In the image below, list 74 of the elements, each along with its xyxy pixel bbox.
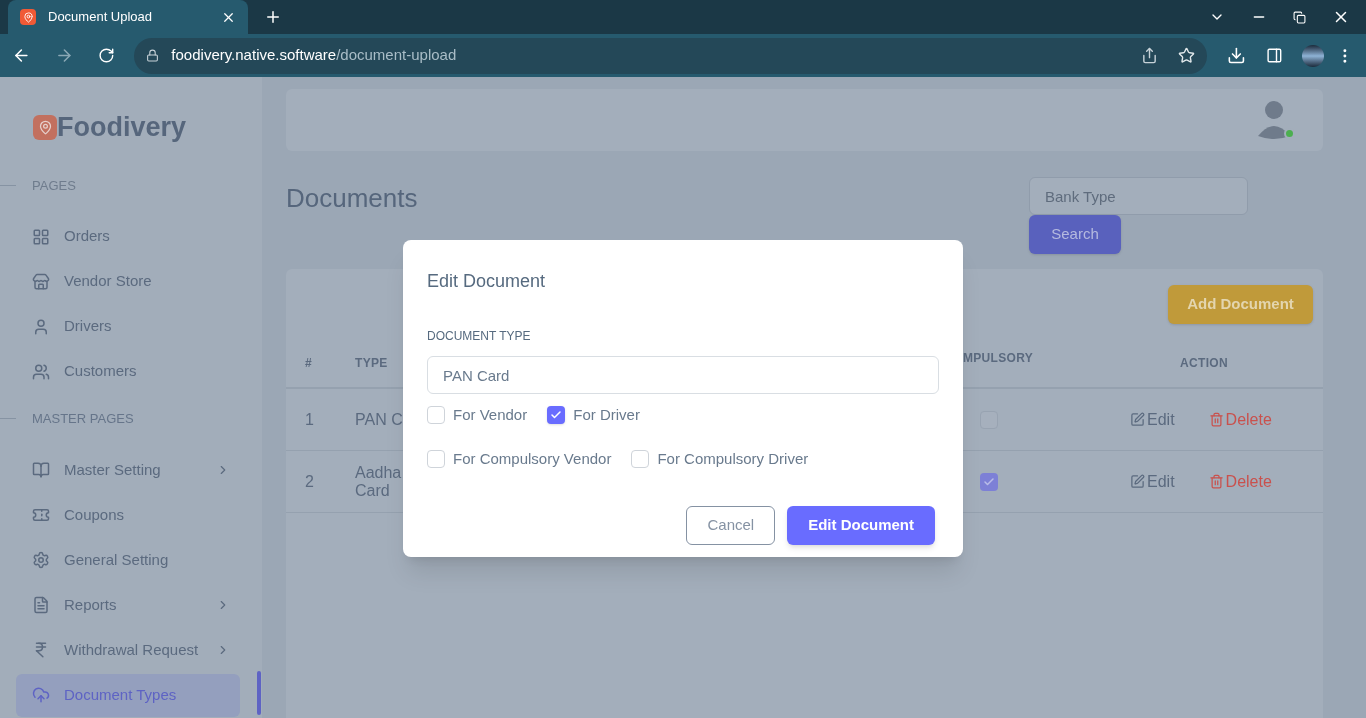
checkbox-label: For Vendor xyxy=(453,405,528,425)
table-cell-text: 1 xyxy=(304,409,315,430)
lock-icon xyxy=(146,49,160,62)
table-cell-text: Aadha Card xyxy=(355,463,403,500)
table-cell-text: 2 xyxy=(304,471,315,492)
back-icon[interactable] xyxy=(12,46,31,65)
sidebar-item[interactable]: General Setting xyxy=(16,538,240,582)
checkbox[interactable] xyxy=(547,406,566,425)
dialog-title: Edit Document xyxy=(427,270,547,293)
sidebar-item[interactable]: Reports xyxy=(16,583,240,627)
document-icon xyxy=(32,596,50,614)
sidebar-item[interactable]: Vendor Store xyxy=(16,260,240,303)
ticket-icon xyxy=(32,506,50,524)
restore-icon[interactable] xyxy=(1293,10,1306,24)
cancel-button[interactable]: Cancel xyxy=(686,506,776,545)
section-heading: MASTER PAGES xyxy=(32,410,134,428)
edit-link[interactable]: Edit xyxy=(1130,469,1175,494)
book-icon xyxy=(32,461,50,479)
sidebar-item[interactable]: Document Types xyxy=(16,673,240,717)
column-header: MPULSORY xyxy=(962,350,1034,367)
search-field[interactable]: Bank Type xyxy=(1029,177,1248,215)
field-label: DOCUMENT TYPE xyxy=(427,328,532,345)
side-panel-icon[interactable] xyxy=(1265,47,1283,64)
person-icon xyxy=(32,317,50,336)
column-header: ACTION xyxy=(1179,355,1229,372)
scroll-indicator xyxy=(257,671,261,715)
address-bar[interactable]: foodivery.native.software/document-upload xyxy=(134,37,1207,74)
delete-link[interactable]: Delete xyxy=(1208,407,1272,432)
document-type-field[interactable]: PAN Card xyxy=(427,356,939,394)
checkbox-label: For Compulsory Driver xyxy=(657,448,809,469)
sidebar-item[interactable]: Master Setting xyxy=(16,448,240,492)
sidebar-item[interactable]: Withdrawal Request xyxy=(16,628,240,672)
checkbox[interactable] xyxy=(427,449,445,468)
site-icon xyxy=(20,9,36,25)
reload-icon[interactable] xyxy=(97,47,115,64)
sidebar-item[interactable]: Drivers xyxy=(16,305,240,348)
browser-tab[interactable]: Document Upload xyxy=(8,0,248,34)
profile-avatar[interactable] xyxy=(1302,44,1325,67)
add-document-button[interactable]: Add Document xyxy=(1168,285,1313,324)
cloud-upload-icon xyxy=(32,686,50,704)
tab-title: Document Upload xyxy=(48,8,154,27)
checkbox[interactable] xyxy=(427,406,445,425)
checkbox[interactable] xyxy=(631,449,650,468)
search-button[interactable]: Search xyxy=(1029,215,1121,254)
checkbox-label: For Compulsory Vendor xyxy=(453,448,612,469)
new-tab-icon[interactable] xyxy=(264,8,282,26)
checkbox[interactable] xyxy=(980,472,998,491)
sidebar-item[interactable]: Coupons xyxy=(16,493,240,537)
column-header: # xyxy=(304,355,313,372)
trash-icon xyxy=(1208,412,1224,427)
column-header: TYPE xyxy=(355,355,389,372)
store-icon xyxy=(32,272,50,291)
edit-link[interactable]: Edit xyxy=(1130,407,1175,432)
checkbox-label: For Driver xyxy=(573,405,640,425)
check-icon xyxy=(983,475,995,488)
grid-icon xyxy=(32,227,50,246)
table-cell-text: PAN C xyxy=(355,410,404,429)
sidebar-item[interactable]: Orders xyxy=(16,215,240,258)
trash-icon xyxy=(1208,474,1224,489)
gear-icon xyxy=(32,551,50,569)
url-host: foodivery.native.software xyxy=(171,46,337,64)
brand-name: Foodivery xyxy=(57,111,187,144)
url-path: /document-upload xyxy=(336,46,457,64)
page-title: Documents xyxy=(286,182,418,215)
bookmark-icon[interactable] xyxy=(1177,47,1195,64)
logo-icon xyxy=(33,114,57,140)
share-icon[interactable] xyxy=(1140,47,1158,64)
sidebar-item[interactable]: Customers xyxy=(16,350,240,393)
edit-icon xyxy=(1130,474,1145,489)
download-icon[interactable] xyxy=(1226,46,1246,65)
people-icon xyxy=(32,362,50,381)
edit-icon xyxy=(1130,412,1145,427)
delete-link[interactable]: Delete xyxy=(1208,469,1272,494)
submit-button[interactable]: Edit Document xyxy=(787,506,935,545)
